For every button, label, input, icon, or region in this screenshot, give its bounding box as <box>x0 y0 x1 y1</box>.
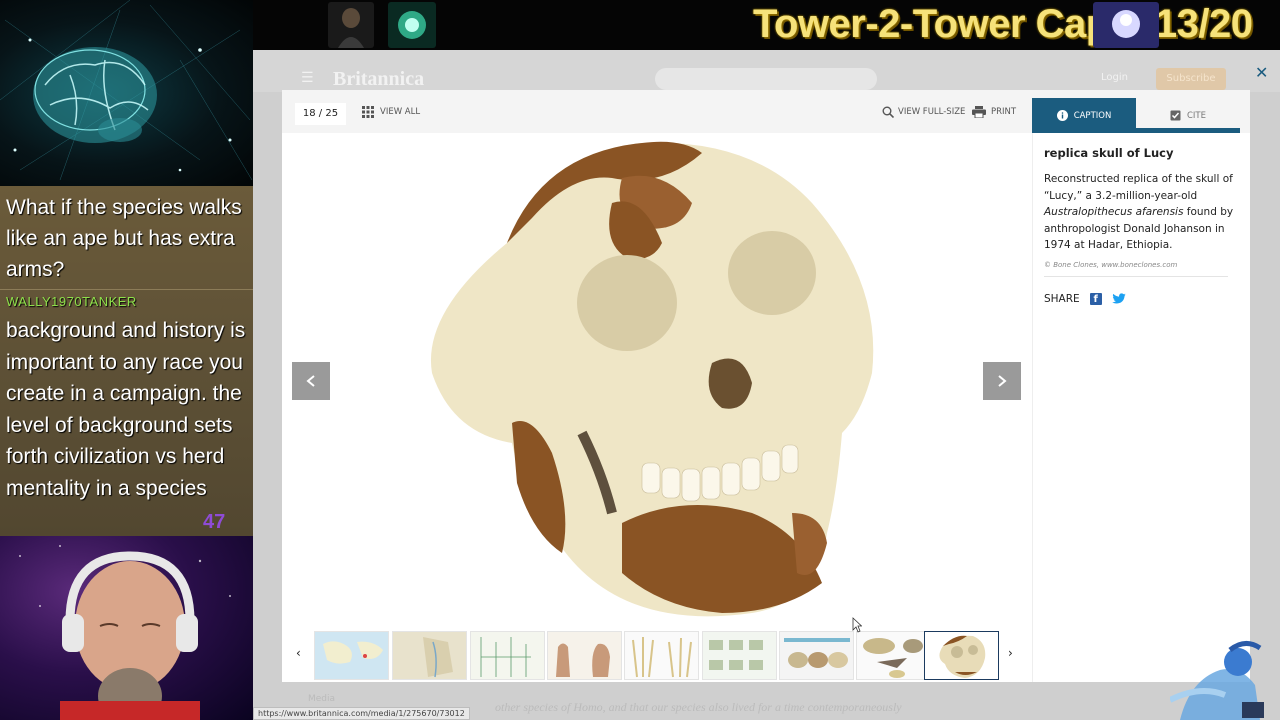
site-header: ☰ Britannica Login Subscribe ✕ <box>253 50 1280 92</box>
share-row: SHARE f <box>1044 293 1126 305</box>
thumbnail-skulls-comparison[interactable] <box>779 631 854 680</box>
print-label: PRINT <box>991 107 1017 117</box>
hands-thumbnail <box>548 632 621 679</box>
banner-character-image <box>328 2 374 48</box>
magnify-icon <box>882 106 894 118</box>
webcam-image <box>19 545 231 720</box>
caption-species-name: Australopithecus afarensis <box>1044 206 1184 218</box>
close-icon[interactable]: ✕ <box>1255 63 1268 82</box>
main-image-area <box>282 133 1032 628</box>
chat-question: What if the species walks like an ape bu… <box>6 196 242 281</box>
gallery-toolbar: 18 / 25 VIEW ALL VIEW FULL-SIZE PRINT CA… <box>282 90 1250 133</box>
regional-map-thumbnail <box>393 632 466 679</box>
media-gallery-modal: 18 / 25 VIEW ALL VIEW FULL-SIZE PRINT CA… <box>282 90 1250 682</box>
thumbnail-stone-tools[interactable] <box>856 631 931 680</box>
thumbnail-skeleton-chart[interactable] <box>702 631 777 680</box>
family-tree-thumbnail <box>471 632 544 679</box>
status-bar-url: https://www.britannica.com/media/1/27567… <box>253 707 470 720</box>
lucy-skull-thumbnail <box>925 632 998 679</box>
print-button[interactable]: PRINT <box>972 106 1016 118</box>
banner-portal-image <box>388 2 436 48</box>
caption-title: replica skull of Lucy <box>1044 146 1174 160</box>
lucy-skull-image[interactable] <box>282 133 1032 628</box>
thumbnail-regional-map[interactable] <box>392 631 467 680</box>
thumbnail-next-icon[interactable]: › <box>1008 646 1013 660</box>
view-full-size-button[interactable]: VIEW FULL-SIZE <box>882 106 965 118</box>
tab-caption-label: CAPTION <box>1073 110 1112 121</box>
next-image-button[interactable] <box>983 362 1021 400</box>
site-search-input[interactable] <box>655 68 877 90</box>
view-all-button[interactable]: VIEW ALL <box>362 106 420 118</box>
caption-body-text: Reconstructed replica of the skull of “L… <box>1044 173 1233 202</box>
chevron-right-icon <box>998 375 1007 387</box>
caption-divider <box>1044 276 1228 277</box>
chat-message: background and history is important to a… <box>6 319 246 500</box>
thumbnail-world-map[interactable] <box>314 631 389 680</box>
thumbnail-hand-bones[interactable] <box>624 631 699 680</box>
skeleton-chart-thumbnail <box>703 632 776 679</box>
thumbnail-family-tree-chart[interactable] <box>470 631 545 680</box>
mouse-cursor-icon <box>852 617 862 633</box>
caption-credit: © Bone Clones, www.boneclones.com <box>1044 261 1178 269</box>
chevron-left-icon <box>306 375 315 387</box>
chat-username: WALLY1970TANKER <box>6 294 137 309</box>
banner-avatar-image <box>1093 2 1159 48</box>
previous-image-button[interactable] <box>292 362 330 400</box>
browser-window: ☰ Britannica Login Subscribe ✕ Media oth… <box>253 50 1280 720</box>
mascot-bird-image <box>1170 641 1264 720</box>
britannica-logo[interactable]: Britannica <box>333 68 424 91</box>
webcam-feed <box>0 536 253 720</box>
banner-title: Tower-2-Tower Caps: 13/20 <box>753 2 1253 46</box>
thumbnail-prev-icon[interactable]: ‹ <box>296 646 301 660</box>
chat-divider <box>0 289 253 290</box>
thumbnail-lucy-skull[interactable] <box>924 631 999 680</box>
article-text: other species of Homo, and that our spec… <box>495 700 902 714</box>
tab-cite-label: CITE <box>1186 110 1206 121</box>
world-map-thumbnail <box>315 632 388 679</box>
subscribe-button[interactable]: Subscribe <box>1156 68 1226 90</box>
chat-badge: 47 <box>203 511 226 533</box>
hand-bones-thumbnail <box>625 632 698 679</box>
screen: What if the species walks like an ape bu… <box>0 0 1280 720</box>
printer-icon <box>972 106 986 118</box>
login-link[interactable]: Login <box>1101 72 1128 83</box>
chat-overlay: What if the species walks like an ape bu… <box>0 186 253 536</box>
caption-panel: replica skull of Lucy Reconstructed repl… <box>1032 133 1240 682</box>
media-label: Media <box>308 694 336 704</box>
brain-graphic <box>0 0 253 186</box>
info-icon <box>1056 110 1068 121</box>
stone-tools-thumbnail <box>857 632 930 679</box>
skulls-thumbnail <box>780 632 853 679</box>
twitter-icon[interactable] <box>1111 293 1126 305</box>
grid-icon <box>362 106 374 118</box>
checkbox-icon <box>1170 110 1181 121</box>
brain-network-image <box>0 0 253 181</box>
thumbnail-hands-comparison[interactable] <box>547 631 622 680</box>
caption-body: Reconstructed replica of the skull of “L… <box>1044 171 1236 254</box>
thumbnail-strip: ‹ › <box>282 628 1032 682</box>
image-counter: 18 / 25 <box>295 103 346 125</box>
share-label: SHARE <box>1044 293 1080 305</box>
stream-banner: Tower-2-Tower Caps: 13/20 <box>253 0 1280 50</box>
menu-icon[interactable]: ☰ <box>301 70 314 86</box>
view-full-size-label: VIEW FULL-SIZE <box>898 107 966 117</box>
view-all-label: VIEW ALL <box>380 107 421 117</box>
facebook-icon[interactable]: f <box>1089 293 1102 305</box>
